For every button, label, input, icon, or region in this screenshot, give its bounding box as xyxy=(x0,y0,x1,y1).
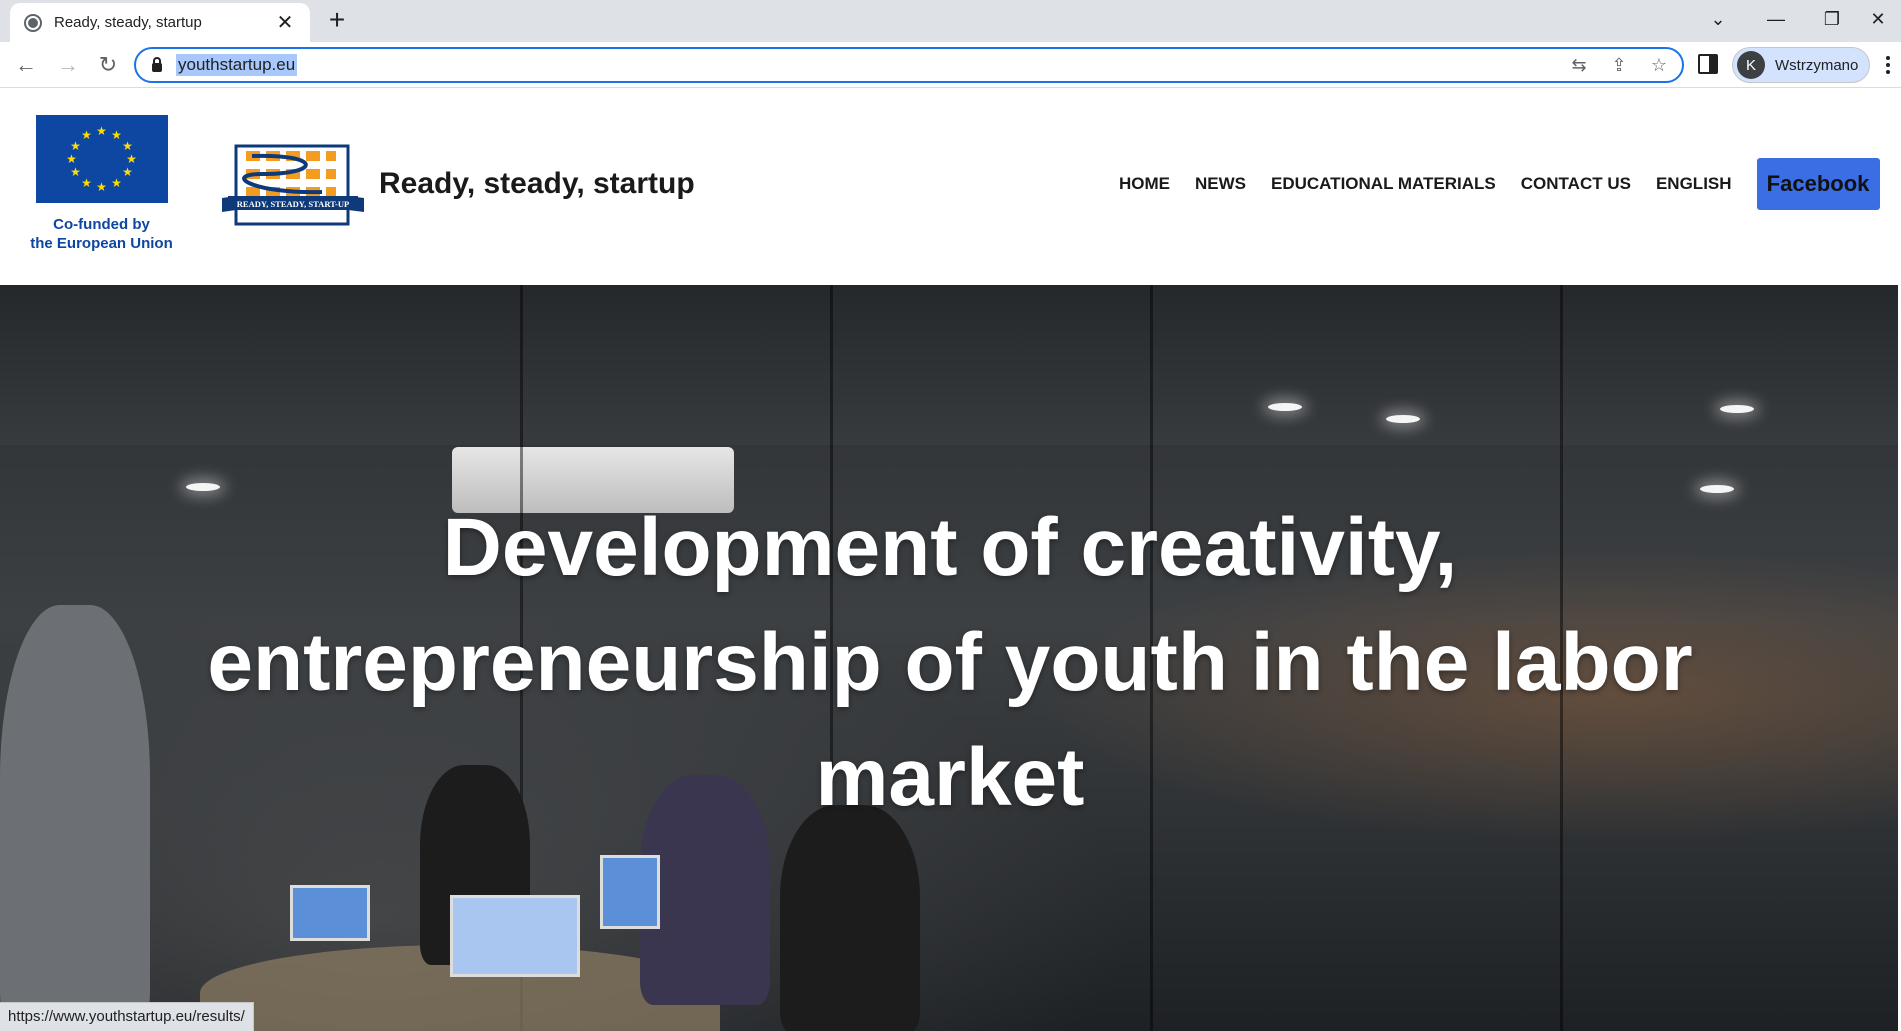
close-tab-icon[interactable]: ✕ xyxy=(274,10,296,35)
eu-caption-line1: Co-funded by xyxy=(53,216,150,233)
browser-menu-icon[interactable] xyxy=(1880,50,1896,80)
nav-home[interactable]: HOME xyxy=(1119,174,1170,194)
tab-search-icon[interactable]: ⌄ xyxy=(1690,0,1746,38)
share-icon[interactable]: ⇪ xyxy=(1608,54,1630,76)
bookmark-star-icon[interactable]: ☆ xyxy=(1648,54,1670,76)
project-logo-text: READY, STEADY, START-UP xyxy=(237,199,349,209)
reload-button[interactable]: ↻ xyxy=(92,49,124,81)
translate-icon[interactable]: ⇆ xyxy=(1568,54,1590,76)
facebook-button[interactable]: Facebook xyxy=(1756,158,1880,210)
eu-flag-icon: ★ ★ ★ ★ ★ ★ ★ ★ ★ ★ ★ ★ xyxy=(35,115,168,203)
side-panel-icon[interactable] xyxy=(1698,54,1718,74)
url-text[interactable]: youthstartup.eu xyxy=(176,54,298,76)
address-bar[interactable]: youthstartup.eu ⇆ ⇪ ☆ xyxy=(134,47,1684,83)
globe-icon xyxy=(24,13,42,32)
profile-button[interactable]: K Wstrzymano xyxy=(1732,47,1870,83)
lock-icon[interactable] xyxy=(152,56,162,72)
new-tab-button[interactable]: + xyxy=(322,6,352,36)
profile-label: Wstrzymano xyxy=(1775,56,1859,74)
nav-news[interactable]: NEWS xyxy=(1195,174,1246,194)
forward-button[interactable]: → xyxy=(52,49,84,81)
browser-toolbar: ← → ↻ youthstartup.eu ⇆ ⇪ ☆ K Wstrzymano xyxy=(0,42,1901,88)
hero-background-image xyxy=(0,285,1898,445)
tab-title: Ready, steady, startup xyxy=(54,14,202,31)
nav-language-english[interactable]: ENGLISH xyxy=(1656,174,1732,194)
minimize-button[interactable]: — xyxy=(1748,0,1804,38)
avatar: K xyxy=(1737,51,1765,79)
hero-title: Development of creativity, entrepreneurs… xyxy=(207,502,1693,823)
status-bar-url: https://www.youthstartup.eu/results/ xyxy=(0,1002,254,1031)
back-button[interactable]: ← xyxy=(10,49,42,81)
site-title[interactable]: Ready, steady, startup xyxy=(379,167,695,201)
nav-educational-materials[interactable]: EDUCATIONAL MATERIALS xyxy=(1271,174,1496,194)
main-nav: HOME NEWS EDUCATIONAL MATERIALS CONTACT … xyxy=(1119,158,1880,210)
nav-contact-us[interactable]: CONTACT US xyxy=(1521,174,1631,194)
eu-caption-line2: the European Union xyxy=(30,235,173,252)
project-logo-icon[interactable]: READY, STEADY, START-UP xyxy=(222,144,364,226)
browser-tab[interactable]: Ready, steady, startup ✕ xyxy=(10,3,310,42)
site-header: ★ ★ ★ ★ ★ ★ ★ ★ ★ ★ ★ ★ Co-funded by the… xyxy=(0,89,1901,285)
eu-cofunded-logo[interactable]: ★ ★ ★ ★ ★ ★ ★ ★ ★ ★ ★ ★ Co-funded by the… xyxy=(24,115,179,253)
close-window-button[interactable]: ✕ xyxy=(1850,0,1901,38)
hero-banner: Development of creativity, entrepreneurs… xyxy=(0,285,1898,1031)
browser-tab-bar: Ready, steady, startup ✕ + ⌄ — ❐ ✕ xyxy=(0,0,1901,42)
